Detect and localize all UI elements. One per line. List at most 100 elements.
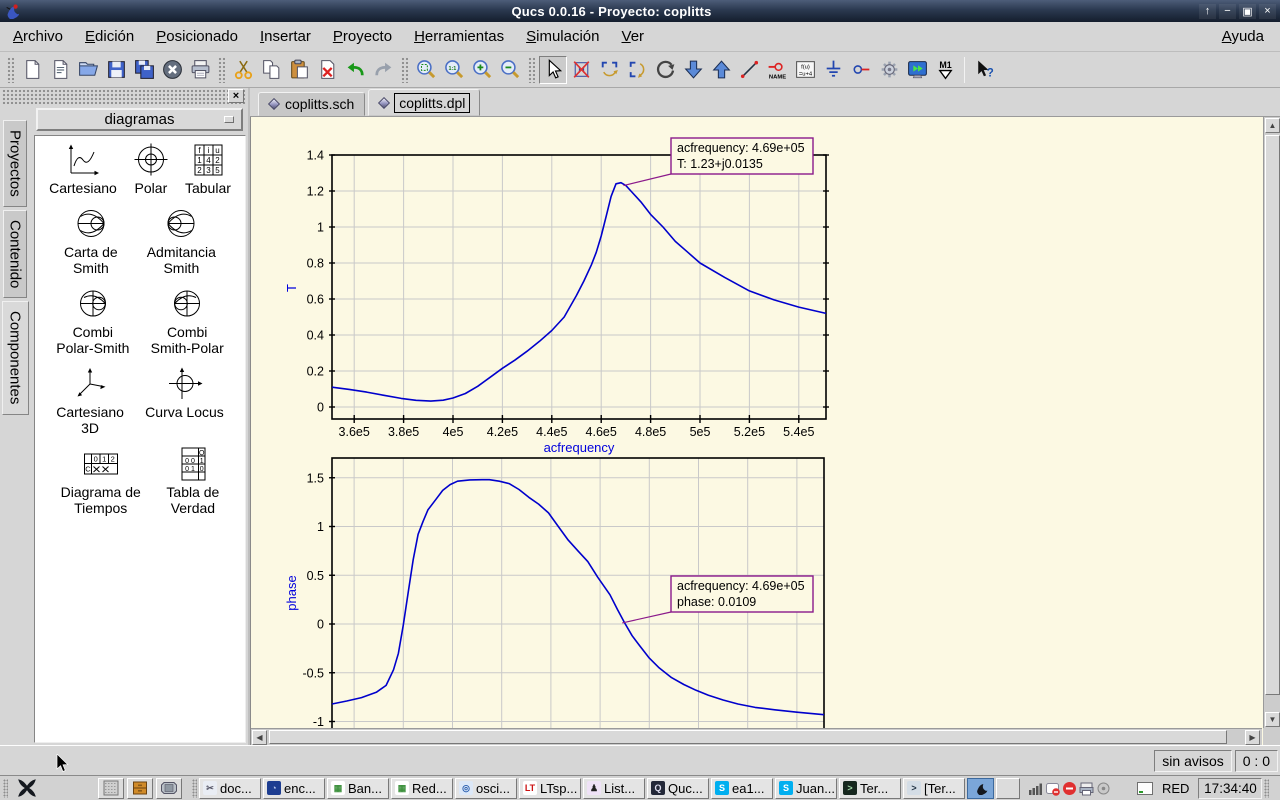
menu-archivo[interactable]: Archivo	[2, 24, 74, 49]
signal-bars-icon[interactable]	[1028, 781, 1043, 796]
shade-button[interactable]: ↑	[1199, 4, 1216, 19]
taskbar-grip[interactable]	[192, 779, 197, 798]
task-osci[interactable]: ◎osci...	[455, 778, 517, 799]
undo-button[interactable]	[341, 56, 369, 84]
save-all-button[interactable]	[130, 56, 158, 84]
menu-proyecto[interactable]: Proyecto	[322, 24, 403, 49]
insert-wire-button[interactable]	[735, 56, 763, 84]
active-task-button[interactable]	[967, 778, 994, 799]
diagram-item-truth-table[interactable]: Q0 010 10Tabla deVerdad	[166, 446, 219, 517]
simulate-button[interactable]	[903, 56, 931, 84]
copy-button[interactable]	[257, 56, 285, 84]
taskbar-grip[interactable]	[3, 779, 8, 798]
diagram-item-combi-smith-polar[interactable]: CombiSmith-Polar	[151, 286, 224, 357]
open-button[interactable]	[74, 56, 102, 84]
mute-icon[interactable]	[1062, 781, 1077, 796]
window-manager-logo-icon[interactable]	[16, 777, 38, 799]
task-juan[interactable]: SJuan...	[775, 778, 837, 799]
horizontal-scroll-thumb[interactable]	[269, 730, 1227, 744]
select-button[interactable]	[539, 56, 567, 84]
task-enc[interactable]: ◔enc...	[263, 778, 325, 799]
diagram-item-curve-locus[interactable]: Curva Locus	[145, 366, 224, 421]
set-marker-button[interactable]: M1	[931, 56, 959, 84]
sidebar-tab-proyectos[interactable]: Proyectos	[3, 120, 27, 207]
menu-posicionado[interactable]: Posicionado	[145, 24, 249, 49]
menu-simulacio-n[interactable]: Simulación	[515, 24, 610, 49]
scroll-up-icon[interactable]: ▲	[1265, 118, 1280, 133]
redo-button[interactable]	[369, 56, 397, 84]
diagram-item-timing-diagram[interactable]: 012CDiagrama deTiempos	[61, 446, 141, 517]
tab-coplitts-sch[interactable]: coplitts.sch	[258, 92, 365, 116]
task-doc[interactable]: ✂doc...	[199, 778, 261, 799]
pop-out-button[interactable]	[707, 56, 735, 84]
print-queue-icon[interactable]	[1079, 781, 1094, 796]
sidebar-tab-componentes[interactable]: Componentes	[2, 301, 29, 414]
menu-insertar[interactable]: Insertar	[249, 24, 322, 49]
launcher-drawer[interactable]	[127, 778, 153, 799]
taskbar-grip[interactable]	[1264, 779, 1269, 798]
diagram-item-admittance-smith[interactable]: AdmitanciaSmith	[147, 206, 216, 277]
restore-button[interactable]: ▣	[1239, 4, 1256, 19]
whats-this-button[interactable]: ?	[970, 56, 998, 84]
toolbar-grip[interactable]	[7, 57, 14, 83]
diagram-item-cartesian-3d[interactable]: Cartesiano3D	[56, 366, 124, 437]
category-combobox[interactable]: diagramas	[36, 108, 243, 131]
minimize-button[interactable]: −	[1219, 4, 1236, 19]
disc-icon[interactable]	[1096, 781, 1111, 796]
message-indicator-icon[interactable]	[1045, 781, 1060, 796]
new-text-button[interactable]	[46, 56, 74, 84]
diagram-item-cartesian[interactable]: Cartesiano	[49, 142, 117, 197]
go-into-subcircuit-button[interactable]	[679, 56, 707, 84]
task-ter[interactable]: >[Ter...	[903, 778, 965, 799]
zoom-in-button[interactable]	[468, 56, 496, 84]
dock-close-button[interactable]: ×	[228, 89, 244, 103]
new-button[interactable]	[18, 56, 46, 84]
rotate-button[interactable]	[651, 56, 679, 84]
sidebar-tab-contenido[interactable]: Contenido	[3, 210, 27, 298]
paste-button[interactable]	[285, 56, 313, 84]
vertical-scrollbar[interactable]: ▲ ▼	[1263, 117, 1280, 728]
zoom-fit-button[interactable]	[412, 56, 440, 84]
close-button[interactable]: ×	[1259, 4, 1276, 19]
scroll-right-icon[interactable]: ▶	[1245, 730, 1260, 745]
task-ea1[interactable]: Sea1...	[711, 778, 773, 799]
menu-ayuda[interactable]: Ayuda	[1211, 24, 1278, 49]
task-ter[interactable]: >Ter...	[839, 778, 901, 799]
menu-edicio-n[interactable]: Edición	[74, 24, 145, 49]
launcher-screen[interactable]	[156, 778, 182, 799]
task-ban[interactable]: ▦Ban...	[327, 778, 389, 799]
insert-equation-button[interactable]: f(u)=u+4	[791, 56, 819, 84]
print-button[interactable]	[186, 56, 214, 84]
diagram-item-smith[interactable]: Carta deSmith	[64, 206, 118, 277]
text-editor-button[interactable]	[875, 56, 903, 84]
mirror-horizontal-button[interactable]	[623, 56, 651, 84]
diagram-canvas[interactable]: 00.20.40.60.811.21.43.6e53.8e54e54.2e54.…	[251, 117, 1262, 728]
tab-coplitts-dpl[interactable]: coplitts.dpl	[368, 89, 480, 116]
zoom-reset-button[interactable]: 1:1	[440, 56, 468, 84]
menu-herramientas[interactable]: Herramientas	[403, 24, 515, 49]
toolbar-grip[interactable]	[401, 57, 408, 83]
wire-label-button[interactable]: NAME	[763, 56, 791, 84]
save-button[interactable]	[102, 56, 130, 84]
toolbar-grip[interactable]	[528, 57, 535, 83]
insert-ground-button[interactable]	[819, 56, 847, 84]
scroll-down-icon[interactable]: ▼	[1265, 712, 1280, 727]
deactivate-component-button[interactable]	[567, 56, 595, 84]
empty-task-button[interactable]	[996, 778, 1020, 799]
task-list[interactable]: ♟List...	[583, 778, 645, 799]
diagram-item-tabular[interactable]: fiu142235Tabular	[185, 142, 231, 197]
pager-mini-window[interactable]	[1137, 782, 1153, 795]
titlebar[interactable]: Qucs 0.0.16 - Proyecto: coplitts ↑−▣×	[0, 0, 1280, 22]
task-quc[interactable]: QQuc...	[647, 778, 709, 799]
diagram-item-combi-polar-smith[interactable]: CombiPolar-Smith	[56, 286, 129, 357]
dock-drag-handle[interactable]: ×	[2, 89, 246, 104]
diagram-item-polar[interactable]: Polar	[131, 142, 171, 197]
horizontal-scrollbar[interactable]: ◀ ▶	[251, 728, 1262, 745]
mirror-vertical-button[interactable]	[595, 56, 623, 84]
cut-button[interactable]	[229, 56, 257, 84]
delete-button[interactable]	[313, 56, 341, 84]
insert-port-button[interactable]	[847, 56, 875, 84]
toolbar-grip[interactable]	[218, 57, 225, 83]
close-document-button[interactable]	[158, 56, 186, 84]
menu-ver[interactable]: Ver	[611, 24, 656, 49]
